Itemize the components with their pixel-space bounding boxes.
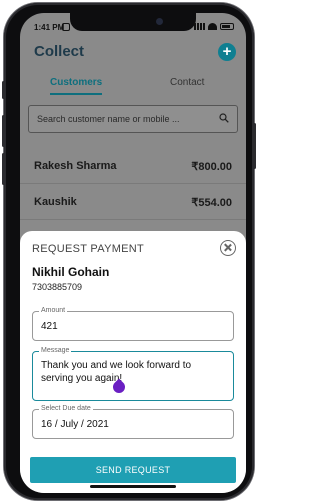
calendar-icon	[62, 23, 70, 31]
message-label: Message	[39, 347, 72, 354]
add-button[interactable]: +	[218, 43, 236, 61]
tab-customers[interactable]: Customers	[50, 77, 102, 88]
wifi-icon	[208, 23, 217, 30]
request-payment-sheet: REQUEST PAYMENT Nikhil Gohain 7303885709…	[20, 231, 246, 493]
status-bar: 1:41 PM	[20, 13, 246, 39]
page-title: Collect	[34, 43, 85, 60]
search-icon[interactable]	[219, 113, 229, 123]
screen: 1:41 PM Collect + Customers Contact Sear…	[20, 13, 246, 493]
send-request-button[interactable]: SEND REQUEST	[30, 457, 236, 483]
status-time: 1:41 PM	[34, 23, 65, 32]
active-tab-indicator	[50, 93, 102, 95]
due-date-value: 16 / July / 2021	[41, 419, 109, 430]
list-item[interactable]: Rakesh Sharma ₹800.00	[20, 148, 246, 184]
sheet-title: REQUEST PAYMENT	[32, 243, 145, 255]
close-icon[interactable]	[220, 240, 236, 256]
amount-value: 421	[41, 321, 58, 332]
mute-switch	[2, 81, 5, 99]
tab-bar: Customers Contact	[20, 73, 246, 97]
customer-list: Rakesh Sharma ₹800.00 Kaushik ₹554.00	[20, 148, 246, 220]
list-item[interactable]: Kaushik ₹554.00	[20, 184, 246, 220]
tab-contact[interactable]: Contact	[170, 77, 204, 88]
camera-icon	[156, 18, 163, 25]
home-indicator[interactable]	[90, 485, 176, 488]
amount-label: Amount	[39, 307, 68, 314]
phone-frame: 1:41 PM Collect + Customers Contact Sear…	[2, 3, 256, 500]
customer-amount: ₹554.00	[191, 197, 232, 209]
payee-name: Nikhil Gohain	[32, 265, 110, 279]
customer-amount: ₹800.00	[191, 161, 232, 173]
notch	[70, 13, 196, 31]
due-date-field[interactable]: Select Due date 16 / July / 2021	[32, 405, 234, 439]
amount-field[interactable]: Amount 421	[32, 307, 234, 341]
signal-icon	[194, 23, 205, 30]
status-icons	[194, 23, 234, 30]
power-button	[253, 123, 256, 169]
search-placeholder: Search customer name or mobile ...	[37, 114, 180, 124]
message-field[interactable]: Message Thank you and we look forward to…	[32, 347, 234, 401]
customer-name: Rakesh Sharma	[34, 160, 117, 172]
battery-icon	[220, 23, 234, 30]
search-input[interactable]: Search customer name or mobile ...	[28, 105, 238, 133]
customer-name: Kaushik	[34, 196, 77, 208]
volume-down-button	[2, 153, 5, 185]
due-date-label: Select Due date	[39, 405, 93, 412]
message-value: Thank you and we look forward to serving…	[41, 360, 192, 384]
volume-up-button	[2, 115, 5, 147]
payee-phone: 7303885709	[32, 282, 83, 292]
